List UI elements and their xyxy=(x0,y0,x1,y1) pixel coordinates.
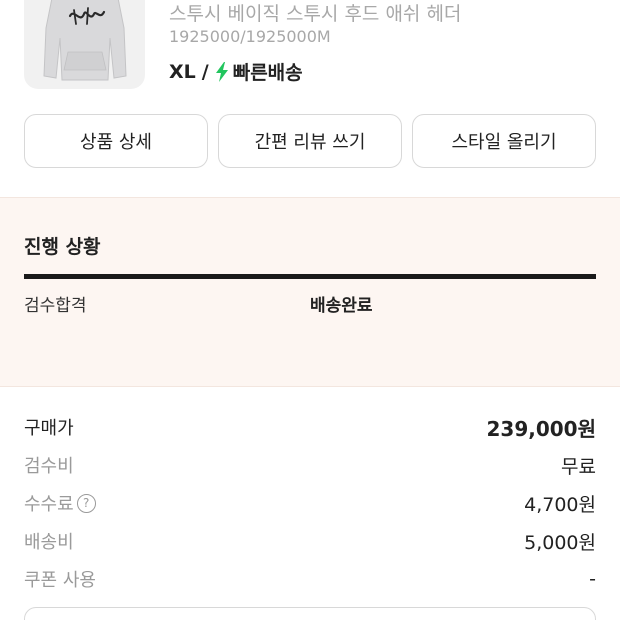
fast-delivery-label: 빠른배송 xyxy=(232,62,303,84)
progress-title: 진행 상황 xyxy=(24,236,101,258)
coupon-label: 쿠폰 사용 xyxy=(24,570,96,591)
write-review-button[interactable]: 간편 리뷰 쓰기 xyxy=(218,114,402,168)
bottom-button[interactable] xyxy=(24,607,596,620)
product-thumbnail[interactable] xyxy=(24,0,145,89)
product-name: 스투시 베이직 스투시 후드 애쉬 헤더 xyxy=(169,3,462,25)
price-summary: 구매가 239,000원 검수비 무료 수수료 ? 4,700원 배송비 5,0… xyxy=(24,408,596,598)
inspection-fee-value: 무료 xyxy=(561,455,596,478)
product-option: XL / 빠른배송 xyxy=(169,58,303,85)
progress-section: 진행 상황 검수합격 배송완료 xyxy=(0,197,620,387)
coupon-value: - xyxy=(589,568,596,590)
purchase-price-value: 239,000원 xyxy=(486,416,597,441)
progress-bar xyxy=(24,274,596,279)
coupon-row: 쿠폰 사용 - xyxy=(24,560,596,598)
shipping-fee-label: 배송비 xyxy=(24,532,74,553)
shipping-fee-row: 배송비 5,000원 xyxy=(24,522,596,560)
step-inspection-passed: 검수합격 xyxy=(24,296,87,316)
help-icon[interactable]: ? xyxy=(76,493,96,513)
shipping-fee-value: 5,000원 xyxy=(524,531,596,554)
product-size: XL xyxy=(169,60,196,83)
commission-label-wrap: 수수료 ? xyxy=(24,490,96,516)
product-detail-button[interactable]: 상품 상세 xyxy=(24,114,208,168)
commission-row: 수수료 ? 4,700원 xyxy=(24,484,596,522)
commission-label: 수수료 xyxy=(24,494,74,515)
product-code: 1925000/1925000M xyxy=(169,27,331,46)
commission-value: 4,700원 xyxy=(524,493,596,516)
product-summary: 스투시 베이직 스투시 후드 애쉬 헤더 1925000/1925000M XL… xyxy=(0,0,620,100)
purchase-price-label: 구매가 xyxy=(24,418,74,439)
step-delivered: 배송완료 xyxy=(310,296,373,316)
upload-style-button[interactable]: 스타일 올리기 xyxy=(412,114,596,168)
purchase-price-row: 구매가 239,000원 xyxy=(24,408,596,446)
lightning-icon xyxy=(215,61,228,82)
inspection-fee-row: 검수비 무료 xyxy=(24,446,596,484)
hoodie-image xyxy=(43,0,127,81)
option-separator: / xyxy=(201,60,209,83)
action-buttons: 상품 상세 간편 리뷰 쓰기 스타일 올리기 xyxy=(24,114,596,168)
inspection-fee-label: 검수비 xyxy=(24,456,74,477)
